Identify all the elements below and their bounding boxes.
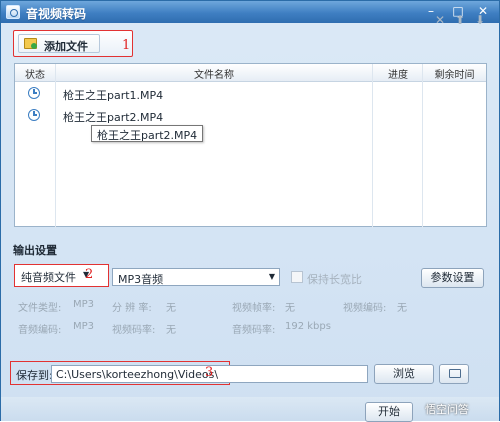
open-folder-icon bbox=[449, 369, 461, 378]
column-remaining-time[interactable]: 剩余时间 bbox=[423, 66, 486, 81]
file-list[interactable]: 状态 文件名称 进度 剩余时间 枪王之王part1.MP4 枪王之王part2.… bbox=[14, 63, 487, 228]
start-button[interactable]: 开始 bbox=[365, 402, 413, 422]
output-format-select[interactable]: MP3音频 ▼ bbox=[112, 268, 280, 286]
annotation-3: 3 bbox=[205, 365, 214, 380]
video-fps-value: 无 bbox=[285, 303, 295, 314]
toolbar: 添加文件 1 bbox=[7, 27, 494, 63]
file-row[interactable]: 枪王之王part2.MP4 bbox=[15, 106, 486, 128]
annotation-1: 1 bbox=[122, 38, 131, 53]
file-list-header: 状态 文件名称 进度 剩余时间 bbox=[15, 64, 486, 82]
output-type-value: 纯音频文件 bbox=[21, 271, 76, 284]
video-codec-label: 视频编码: bbox=[343, 303, 387, 314]
video-fps-label: 视频帧率: bbox=[232, 303, 276, 314]
file-row[interactable]: 枪王之王part1.MP4 bbox=[15, 84, 486, 106]
window-title: 音视频转码 bbox=[26, 7, 87, 21]
add-folder-icon bbox=[24, 38, 37, 49]
save-to-label: 保存到: bbox=[16, 369, 53, 382]
output-settings-title: 输出设置 bbox=[13, 244, 57, 257]
title-bar: 音视频转码 – □ ✕ bbox=[1, 1, 499, 23]
column-progress[interactable]: 进度 bbox=[373, 66, 423, 81]
audio-bitrate-label: 音频码率: bbox=[232, 325, 276, 336]
arrow-up-icon[interactable]: ⬆ bbox=[453, 13, 467, 27]
chevron-down-icon: ▼ bbox=[268, 272, 275, 281]
browse-button[interactable]: 浏览 bbox=[374, 364, 434, 384]
file-name: 枪王之王part1.MP4 bbox=[63, 89, 164, 102]
add-file-button[interactable]: 添加文件 bbox=[18, 34, 100, 53]
audio-codec-value: MP3 bbox=[73, 321, 95, 332]
output-type-select[interactable]: 纯音频文件 ▼ bbox=[14, 264, 109, 287]
column-status[interactable]: 状态 bbox=[15, 66, 55, 81]
watermark: 悟空问答 bbox=[425, 403, 469, 416]
app-icon bbox=[6, 5, 20, 19]
file-name-tooltip: 枪王之王part2.MP4 bbox=[91, 125, 204, 142]
file-name: 枪王之王part2.MP4 bbox=[63, 111, 164, 124]
resolution-label: 分 辨 率: bbox=[112, 303, 152, 314]
file-type-label: 文件类型: bbox=[18, 303, 62, 314]
column-file-name[interactable]: 文件名称 bbox=[55, 66, 373, 81]
add-file-highlight-box: 添加文件 1 bbox=[13, 30, 133, 57]
audio-bitrate-value: 192 kbps bbox=[285, 321, 331, 332]
arrow-down-icon[interactable]: ⬇ bbox=[473, 13, 487, 27]
annotation-2: 2 bbox=[85, 267, 94, 282]
output-format-value: MP3音频 bbox=[118, 273, 164, 286]
add-file-label: 添加文件 bbox=[44, 40, 88, 53]
resolution-value: 无 bbox=[166, 303, 176, 314]
keep-ratio-checkbox[interactable] bbox=[291, 271, 303, 283]
keep-ratio-label: 保持长宽比 bbox=[307, 273, 362, 286]
delete-icon[interactable]: ✕ bbox=[433, 13, 447, 27]
clock-icon bbox=[28, 87, 40, 99]
audio-codec-label: 音频编码: bbox=[18, 325, 62, 336]
parameter-settings-button[interactable]: 参数设置 bbox=[421, 268, 484, 288]
video-bitrate-label: 视频码率: bbox=[112, 325, 156, 336]
file-type-value: MP3 bbox=[73, 299, 95, 310]
video-bitrate-value: 无 bbox=[166, 325, 176, 336]
clock-icon bbox=[28, 109, 40, 121]
transcode-window: 音视频转码 – □ ✕ 添加文件 1 ✕ ⬆ ⬇ 状态 文件名称 进度 剩余时间 bbox=[0, 0, 500, 422]
video-codec-value: 无 bbox=[397, 303, 407, 314]
open-folder-button[interactable] bbox=[439, 364, 469, 384]
